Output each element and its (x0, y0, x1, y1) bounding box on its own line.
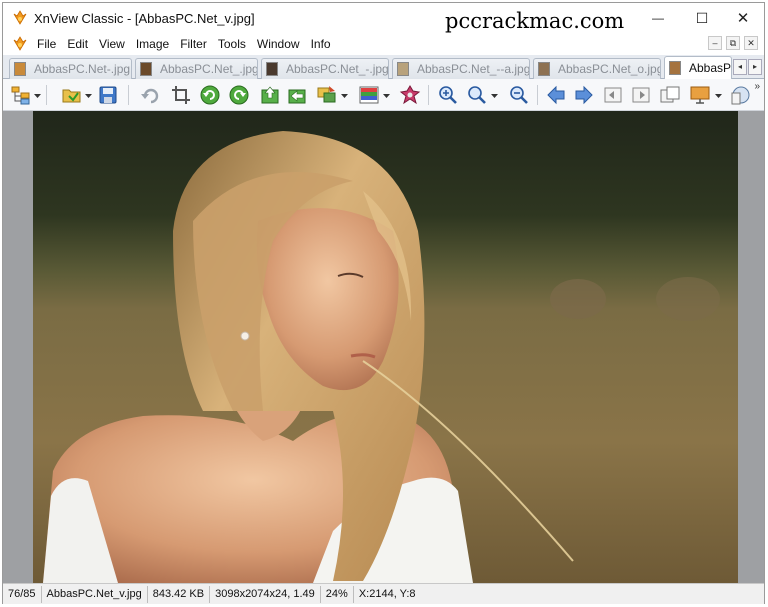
tab-image-5[interactable]: AbbasPC.Net_o.jpg (533, 58, 661, 79)
open-folder-icon[interactable] (61, 84, 83, 106)
last-page-icon[interactable] (630, 84, 652, 106)
tab-thumbnail (538, 62, 550, 76)
undo-icon[interactable] (140, 84, 162, 106)
tab-thumbnail (266, 62, 278, 76)
save-icon[interactable] (97, 84, 119, 106)
close-icon: ✕ (736, 10, 750, 27)
tab-thumbnail (14, 62, 26, 76)
chevron-down-icon[interactable] (715, 92, 722, 99)
menu-file[interactable]: File (34, 36, 59, 52)
crop-icon[interactable] (170, 84, 192, 106)
document-menu-icon[interactable] (12, 36, 28, 52)
toolbar-overflow-icon[interactable]: » (754, 81, 760, 92)
zoom-fit-icon[interactable] (466, 84, 488, 106)
toolbar-separator (128, 85, 129, 105)
tab-label: AbbasPC.Net_o.jpg (558, 62, 660, 76)
tab-image-1[interactable]: AbbasPC.Net-.jpg (9, 58, 132, 79)
status-filesize: 843.42 KB (148, 585, 211, 603)
status-zoom: 24% (321, 585, 354, 603)
menu-window[interactable]: Window (254, 36, 303, 52)
tab-image-4[interactable]: AbbasPC.Net_--a.jpg (392, 58, 530, 79)
menu-bar: File Edit View Image Filter Tools Window… (3, 33, 764, 55)
browser-icon[interactable] (10, 84, 32, 106)
properties-icon[interactable] (729, 84, 751, 106)
copy-icon[interactable] (659, 84, 681, 106)
watermark-text: pccrackmac.com (445, 9, 625, 33)
tab-label: AbbasP( (689, 61, 731, 75)
image-viewer[interactable] (3, 111, 764, 583)
next-icon[interactable] (573, 84, 595, 106)
tab-image-2[interactable]: AbbasPC.Net_.jpg (135, 58, 258, 79)
slideshow-icon[interactable] (689, 84, 711, 106)
minimize-button[interactable]: — (636, 3, 680, 33)
chevron-down-icon[interactable] (34, 92, 41, 99)
menu-items: File Edit View Image Filter Tools Window… (34, 36, 339, 52)
status-image-position: 76/85 (3, 585, 42, 603)
menu-image[interactable]: Image (133, 36, 172, 52)
image-tab-bar: AbbasPC.Net-.jpg AbbasPC.Net_.jpg AbbasP… (3, 55, 764, 79)
chevron-down-icon[interactable] (85, 92, 92, 99)
zoom-out-icon[interactable] (508, 84, 530, 106)
toolbar-separator (428, 85, 429, 105)
menu-tools[interactable]: Tools (215, 36, 249, 52)
toolbar-separator (537, 85, 538, 105)
export-icon[interactable] (259, 84, 281, 106)
first-page-icon[interactable] (602, 84, 624, 106)
zoom-in-icon[interactable] (437, 84, 459, 106)
xnview-logo-icon (13, 10, 27, 25)
tab-label: AbbasPC.Net-.jpg (34, 62, 131, 76)
red-eye-icon[interactable] (399, 84, 421, 106)
status-bar: 76/85 AbbasPC.Net_v.jpg 843.42 KB 3098x2… (3, 583, 764, 604)
tab-scroll-left-button[interactable]: ◂ (733, 59, 747, 75)
status-dimensions: 3098x2074x24, 1.49 (210, 585, 321, 603)
rotate-left-icon[interactable] (199, 84, 221, 106)
status-cursor-position: X:2144, Y:8 (358, 587, 416, 600)
toolbar-separator (46, 85, 47, 105)
maximize-icon: ☐ (695, 9, 709, 26)
rotate-right-icon[interactable] (228, 84, 250, 106)
import-icon[interactable] (286, 84, 308, 106)
maximize-button[interactable]: ☐ (680, 3, 724, 33)
xnview-window: XnView Classic - [AbbasPC.Net_v.jpg] pcc… (2, 2, 765, 604)
close-button[interactable]: ✕ (721, 3, 765, 33)
doc-minimize-button[interactable]: – (708, 36, 722, 50)
chevron-down-icon[interactable] (491, 92, 498, 99)
title-bar: XnView Classic - [AbbasPC.Net_v.jpg] pcc… (3, 3, 764, 33)
menu-view[interactable]: View (96, 36, 128, 52)
previous-icon[interactable] (545, 84, 567, 106)
menu-filter[interactable]: Filter (177, 36, 210, 52)
tab-image-3[interactable]: AbbasPC.Net_-.jpg (261, 58, 389, 79)
doc-restore-button[interactable]: ⧉ (726, 36, 740, 50)
minimize-icon: — (652, 11, 664, 25)
tab-thumbnail (669, 61, 681, 75)
document-window-controls: – ⧉ ✕ (708, 36, 758, 50)
tab-label: AbbasPC.Net_--a.jpg (417, 62, 529, 76)
batch-icon[interactable] (316, 84, 338, 106)
chevron-down-icon[interactable] (383, 92, 390, 99)
menu-info[interactable]: Info (308, 36, 334, 52)
window-title: XnView Classic - [AbbasPC.Net_v.jpg] (34, 11, 255, 26)
doc-close-button[interactable]: ✕ (744, 36, 758, 50)
adjust-colors-icon[interactable] (358, 84, 380, 106)
main-toolbar: » (3, 79, 764, 111)
tab-label: AbbasPC.Net_-.jpg (286, 62, 388, 76)
tab-thumbnail (397, 62, 409, 76)
tab-thumbnail (140, 62, 152, 76)
status-filename: AbbasPC.Net_v.jpg (42, 585, 148, 603)
chevron-down-icon[interactable] (341, 92, 348, 99)
tab-image-active[interactable]: AbbasP( (664, 56, 732, 79)
menu-edit[interactable]: Edit (64, 36, 91, 52)
displayed-photo (33, 111, 738, 583)
tab-scroll-right-button[interactable]: ▸ (748, 59, 762, 75)
tab-label: AbbasPC.Net_.jpg (160, 62, 257, 76)
